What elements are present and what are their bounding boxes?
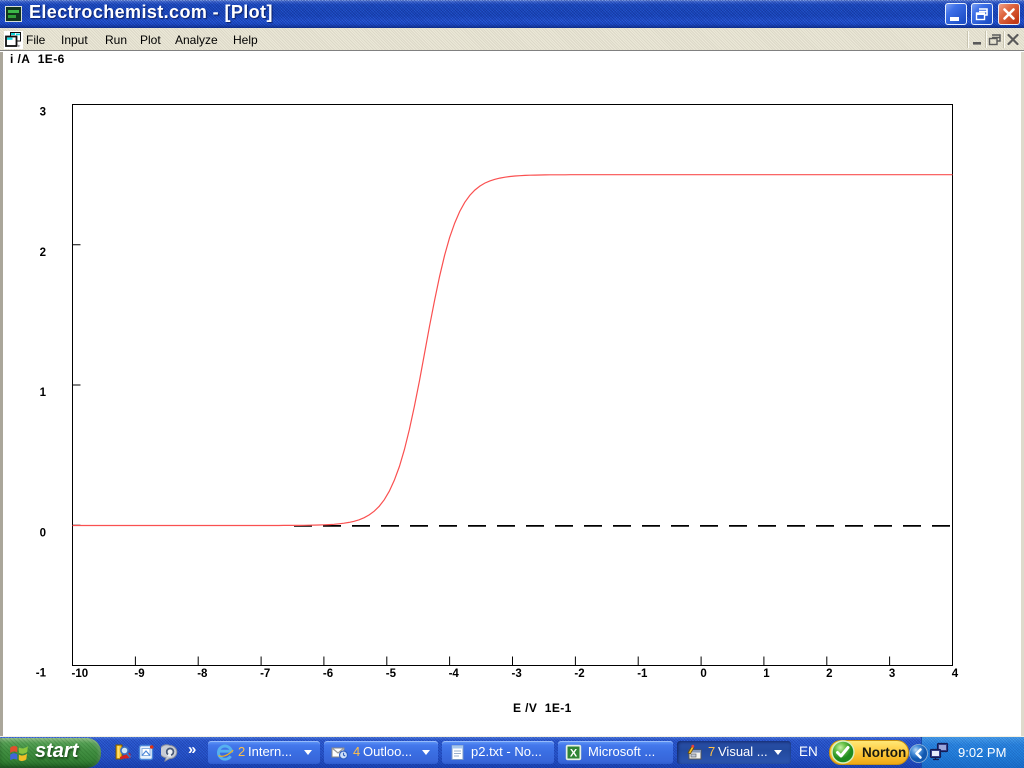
svg-text:E /V 1E-1: E /V 1E-1: [513, 701, 572, 715]
svg-text:4: 4: [952, 668, 959, 680]
svg-text:1: 1: [40, 387, 47, 399]
svg-text:-7: -7: [260, 668, 270, 680]
svg-text:i /A 1E-6: i /A 1E-6: [10, 52, 65, 66]
svg-text:-8: -8: [197, 668, 208, 680]
svg-text:-6: -6: [323, 668, 333, 680]
svg-text:-2: -2: [574, 668, 584, 680]
svg-text:-5: -5: [386, 668, 397, 680]
svg-text:-3: -3: [512, 668, 522, 680]
svg-text:-1: -1: [637, 668, 648, 680]
svg-text:2: 2: [826, 668, 832, 680]
svg-text:0: 0: [40, 527, 46, 539]
svg-text:3: 3: [889, 668, 895, 680]
svg-text:-10: -10: [72, 668, 89, 680]
svg-text:-9: -9: [134, 668, 144, 680]
svg-text:-4: -4: [449, 668, 460, 680]
svg-text:-1: -1: [36, 668, 47, 680]
svg-text:X: X: [570, 747, 578, 759]
svg-text:1: 1: [763, 668, 770, 680]
svg-text:0: 0: [700, 668, 706, 680]
svg-text:3: 3: [40, 107, 46, 119]
svg-text:2: 2: [40, 247, 46, 259]
